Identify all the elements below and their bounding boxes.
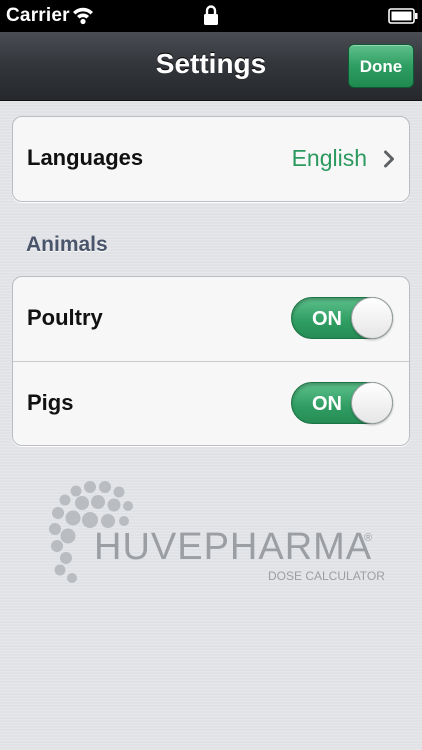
chevron-right-icon <box>384 150 394 168</box>
registered-mark: ® <box>364 532 373 544</box>
carrier-label: Carrier <box>6 5 70 26</box>
toggle-on-text: ON <box>312 393 342 415</box>
navigation-bar: Settings Done <box>0 32 422 101</box>
languages-group: Languages English <box>12 116 410 202</box>
languages-value: English <box>291 145 367 171</box>
poultry-cell: Poultry ON <box>13 277 409 361</box>
wifi-icon <box>73 7 93 25</box>
animals-group: Poultry ON Pigs ON <box>12 276 410 446</box>
lock-icon <box>204 5 218 25</box>
pigs-cell: Pigs ON <box>13 361 409 445</box>
toggle-knob <box>351 382 393 424</box>
toggle-knob <box>351 297 393 339</box>
languages-cell[interactable]: Languages English <box>13 117 409 201</box>
battery-icon <box>388 8 418 24</box>
toggle-on-text: ON <box>312 308 342 330</box>
poultry-toggle[interactable]: ON <box>291 297 393 339</box>
pigs-toggle[interactable]: ON <box>291 382 393 424</box>
pigs-label: Pigs <box>27 390 74 415</box>
section-header-animals: Animals <box>26 233 108 256</box>
status-bar: Carrier <box>0 0 422 32</box>
languages-label: Languages <box>27 145 144 170</box>
brand-logo-text: HUVEPHARMA <box>94 526 373 568</box>
brand-subtitle: DOSE CALCULATOR <box>268 569 385 583</box>
poultry-label: Poultry <box>27 305 103 330</box>
done-button[interactable]: Done <box>348 44 414 88</box>
